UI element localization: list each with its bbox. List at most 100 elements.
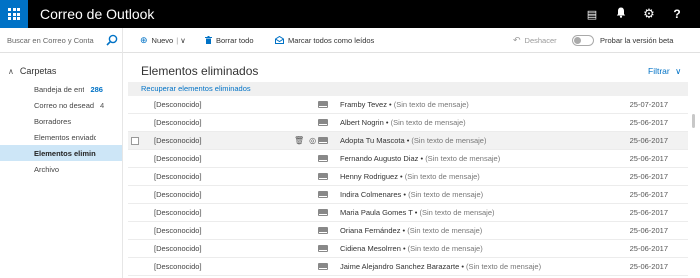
sidebar-item-elementos-eliminad[interactable]: Elementos eliminad	[0, 145, 122, 161]
sidebar-item-elementos-enviados[interactable]: Elementos enviados	[0, 129, 122, 145]
message-row[interactable]: [Desconocido] Albert Nogrin • (Sin texto …	[128, 114, 688, 132]
message-row[interactable]: [Desconocido] Oriana Fernández • (Sin tex…	[128, 222, 688, 240]
recover-bar: Recuperar elementos eliminados	[128, 82, 688, 96]
message-subject-line: Framby Tevez • (Sin texto de mensaje)	[340, 100, 469, 109]
top-bar: Correo de Outlook ▤ ⚙ ?	[0, 0, 700, 28]
message-row[interactable]: 🗑◎⚑[Desconocido]Adopta Tu Mascota • (Sin…	[128, 132, 688, 150]
chevron-up-icon: ∧	[8, 66, 14, 76]
message-row[interactable]: [Desconocido] Indira Colmenares • (Sin te…	[128, 186, 688, 204]
message-subject: Maria Paula Gomes T	[340, 208, 413, 217]
message-sender: [Desconocido]	[154, 190, 202, 199]
settings-button[interactable]: ⚙	[635, 0, 663, 28]
message-preview: (Sin texto de mensaje)	[404, 172, 480, 181]
app-launcher-button[interactable]	[0, 0, 28, 28]
message-preview: (Sin texto de mensaje)	[407, 226, 483, 235]
message-row[interactable]: [Desconocido] Jaime Alejandro Sanchez Bar…	[128, 258, 688, 276]
category-icon[interactable]: ◎	[309, 136, 316, 145]
message-date: 25-06-2017	[629, 190, 668, 199]
message-sender: [Desconocido]	[154, 154, 202, 163]
message-subject: Fernando Augusto Diaz	[340, 154, 419, 163]
new-label: Nuevo	[151, 36, 174, 45]
envelope-icon	[318, 101, 328, 108]
message-row[interactable]: [Desconocido] Fernando Augusto Diaz • (Si…	[128, 150, 688, 168]
message-subject-line: Maria Paula Gomes T • (Sin texto de mens…	[340, 208, 495, 217]
bullet-separator: •	[386, 100, 394, 109]
folders-header[interactable]: ∧ Carpetas	[8, 66, 56, 76]
message-subject: Framby Tevez	[340, 100, 387, 109]
mark-all-read-button[interactable]: Marcar todos como leídos	[275, 34, 374, 47]
message-date: 25-06-2017	[629, 262, 668, 271]
message-date: 25-06-2017	[629, 154, 668, 163]
message-row[interactable]: [Desconocido] Framby Tevez • (Sin texto d…	[128, 96, 688, 114]
notifications-button[interactable]	[607, 0, 635, 28]
beta-toggle[interactable]	[572, 35, 594, 46]
message-subject-line: Jaime Alejandro Sanchez Barazarte • (Sin…	[340, 262, 541, 271]
message-subject-line: Cidiena Mesolrren • (Sin texto de mensaj…	[340, 244, 483, 253]
sidebar-item-label: Bandeja de ent	[34, 84, 85, 94]
message-date: 25-06-2017	[629, 244, 668, 253]
sidebar-item-archivo[interactable]: Archivo	[0, 161, 122, 177]
search-box	[0, 28, 123, 53]
message-sender: [Desconocido]	[154, 208, 202, 217]
help-button[interactable]: ?	[663, 0, 691, 28]
undo-icon: ↶	[513, 35, 521, 45]
envelope-icon	[318, 263, 328, 270]
message-subject-line: Henny Rodriguez • (Sin texto de mensaje)	[340, 172, 480, 181]
message-subject: Adopta Tu Mascota	[340, 136, 405, 145]
message-row[interactable]: [Desconocido] Cidiena Mesolrren • (Sin te…	[128, 240, 688, 258]
message-subject: Cidiena Mesolrren	[340, 244, 401, 253]
delete-all-button[interactable]: Borrar todo	[205, 34, 254, 47]
message-sender: [Desconocido]	[154, 136, 202, 145]
trash-icon	[205, 35, 212, 46]
envelope-icon	[318, 119, 328, 126]
message-sender: [Desconocido]	[154, 226, 202, 235]
scrollbar-thumb[interactable]	[692, 114, 695, 128]
folders-header-label: Carpetas	[19, 66, 57, 76]
message-subject: Albert Nogrin	[340, 118, 384, 127]
message-preview: (Sin texto de mensaje)	[419, 208, 495, 217]
message-preview: (Sin texto de mensaje)	[408, 190, 484, 199]
envelope-icon	[318, 227, 328, 234]
message-preview: (Sin texto de mensaje)	[390, 118, 466, 127]
sidebar-item-label: Archivo	[34, 164, 60, 174]
message-date: 25-07-2017	[629, 100, 668, 109]
chevron-down-icon[interactable]: ∨	[180, 36, 186, 45]
message-subject-line: Oriana Fernández • (Sin texto de mensaje…	[340, 226, 482, 235]
message-subject-line: Albert Nogrin • (Sin texto de mensaje)	[340, 118, 466, 127]
search-input[interactable]	[7, 34, 101, 47]
message-sender: [Desconocido]	[154, 100, 202, 109]
message-row[interactable]: [Desconocido] Maria Paula Gomes T • (Sin …	[128, 204, 688, 222]
envelope-open-icon	[275, 35, 284, 46]
message-date: 25-06-2017	[629, 118, 668, 127]
sidebar-item-bandeja-de-ent[interactable]: Bandeja de ent 286	[0, 81, 122, 97]
message-preview: (Sin texto de mensaje)	[425, 154, 501, 163]
message-sender: [Desconocido]	[154, 172, 202, 181]
row-checkbox[interactable]	[131, 137, 139, 145]
delete-icon[interactable]: 🗑	[294, 136, 304, 145]
message-date: 25-06-2017	[629, 226, 668, 235]
folder-title: Elementos eliminados	[141, 64, 259, 78]
scrollbar[interactable]	[690, 96, 698, 278]
beta-toggle-group: Probar la versión beta	[572, 34, 673, 47]
chat-button[interactable]: ▤	[578, 0, 606, 28]
search-icon[interactable]	[106, 34, 118, 46]
sidebar-item-borradores[interactable]: Borradores	[0, 113, 122, 129]
bullet-separator: •	[397, 172, 405, 181]
command-bar: ⊕ Nuevo | ∨ Borrar todo Marcar todos com…	[0, 28, 700, 53]
chat-icon: ▤	[586, 8, 598, 21]
new-button[interactable]: ⊕ Nuevo | ∨	[140, 34, 186, 47]
folder-pane: ∧ Carpetas Bandeja de ent 286 Correo no de…	[0, 53, 123, 278]
message-subject-line: Adopta Tu Mascota • (Sin texto de mensaj…	[340, 136, 486, 145]
message-subject-line: Indira Colmenares • (Sin texto de mensaj…	[340, 190, 483, 199]
recover-deleted-link[interactable]: Recuperar elementos eliminados	[141, 84, 251, 93]
message-row[interactable]: [Desconocido] Henny Rodriguez • (Sin text…	[128, 168, 688, 186]
message-date: 25-06-2017	[629, 172, 668, 181]
message-subject: Henny Rodriguez	[340, 172, 398, 181]
sidebar-item-correo-no-desead[interactable]: Correo no desead 4	[0, 97, 122, 113]
unread-count-badge: 4	[100, 100, 105, 110]
envelope-icon	[318, 155, 328, 162]
filter-button[interactable]: Filtrar ∨	[648, 66, 681, 77]
sidebar-item-label: Elementos enviados	[34, 132, 96, 142]
undo-button[interactable]: ↶ Deshacer	[513, 34, 557, 47]
message-preview: (Sin texto de mensaje)	[411, 136, 487, 145]
